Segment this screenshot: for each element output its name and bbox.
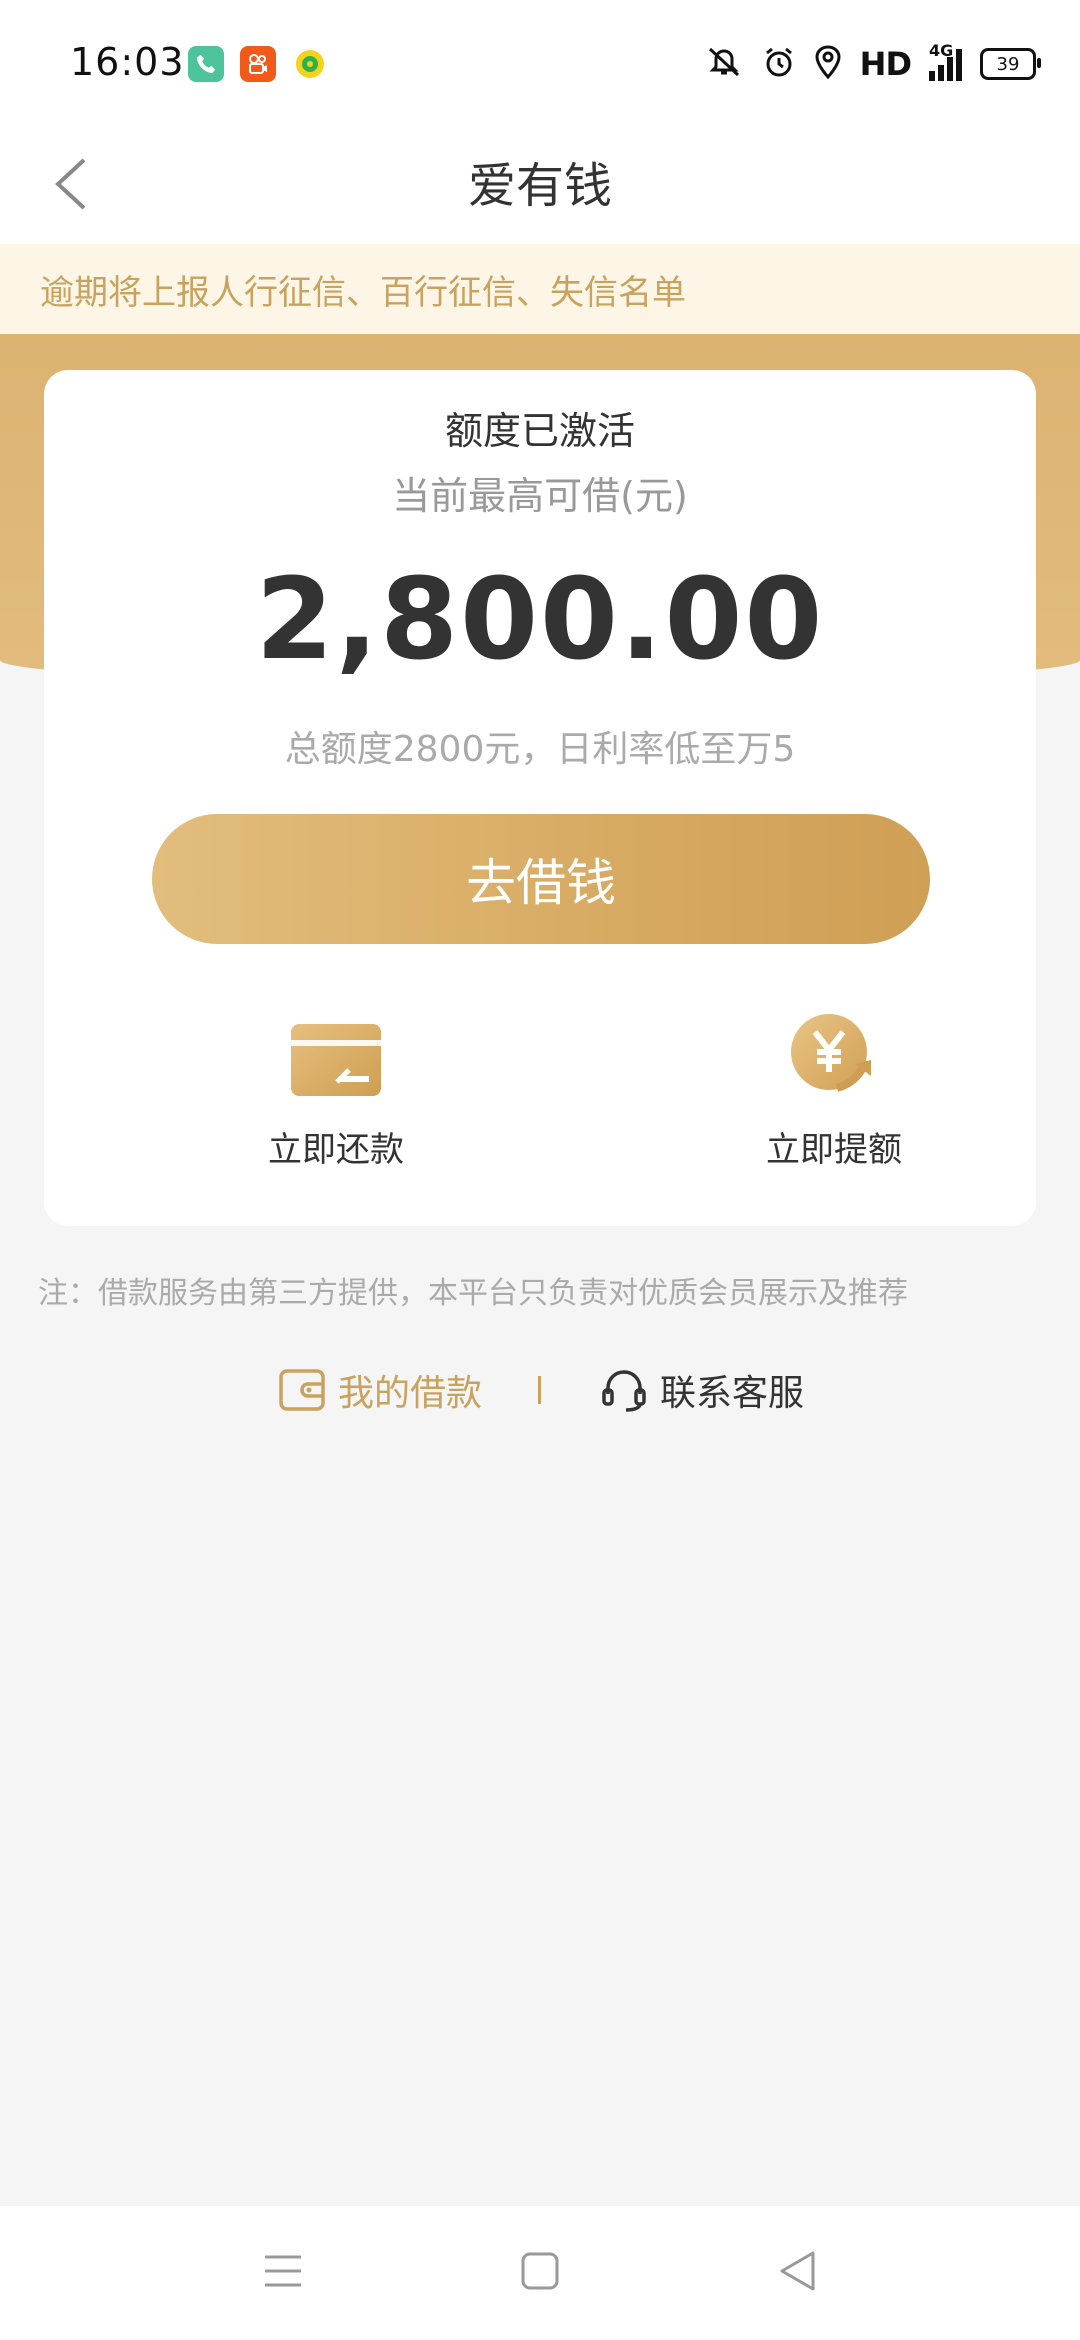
headset-icon — [602, 1370, 646, 1412]
page-title: 爱有钱 — [467, 158, 612, 214]
square-icon — [521, 2252, 559, 2290]
navigation-bar — [0, 2206, 1080, 2340]
disclaimer-note: 注：借款服务由第三方提供，本平台只负责对优质会员展示及推荐 — [38, 1276, 908, 1311]
signal-label: 4G — [929, 41, 954, 60]
network-type: HD — [859, 45, 912, 83]
menu-nav-button[interactable] — [248, 2236, 318, 2306]
status-icons: HD 4G 39 — [704, 40, 1041, 88]
notice-bar: 逾期将上报人行征信、百行征信、失信名单 — [0, 244, 1080, 334]
borrow-button[interactable]: 去借钱 — [152, 814, 930, 944]
repay-now-button[interactable]: 立即还款 — [186, 1010, 486, 1190]
status-time: 16:03 — [70, 40, 185, 84]
header: 爱有钱 — [0, 124, 1080, 244]
customer-service-label: 联系客服 — [660, 1373, 805, 1414]
home-nav-button[interactable] — [505, 2236, 575, 2306]
wallet-icon — [279, 1369, 325, 1411]
battery-level: 39 — [996, 53, 1020, 75]
customer-service-link[interactable]: 联系客服 — [600, 1362, 804, 1418]
increase-limit-label: 立即提额 — [766, 1130, 902, 1170]
my-loans-link[interactable]: 我的借款 — [278, 1362, 482, 1418]
notice-text: 逾期将上报人行征信、百行征信、失信名单 — [40, 272, 686, 313]
video-app-icon — [240, 46, 276, 82]
status-bar: 16:03 HD 4G 39 — [0, 0, 1080, 124]
alarm-icon — [762, 45, 796, 83]
repay-now-label: 立即还款 — [268, 1130, 404, 1170]
link-divider — [538, 1376, 541, 1404]
battery-icon: 39 — [980, 48, 1041, 80]
credit-description: 总额度2800元，日利率低至万5 — [284, 729, 796, 770]
music-app-icon — [292, 46, 328, 82]
credit-card-panel: 额度已激活 当前最高可借(元) 2,800.00 总额度2800元，日利率低至万… — [44, 370, 1036, 1226]
yuan-increase-icon — [791, 1014, 871, 1092]
credit-status: 额度已激活 — [444, 409, 635, 453]
credit-subtitle: 当前最高可借(元) — [392, 474, 688, 518]
menu-icon — [265, 2255, 301, 2287]
signal-icon: 4G — [929, 41, 962, 81]
bottom-links: 我的借款 联系客服 — [0, 1362, 1080, 1418]
phone-icon — [188, 46, 224, 82]
repay-card-icon — [291, 1024, 381, 1096]
location-icon — [814, 45, 842, 83]
increase-limit-button[interactable]: 立即提额 — [684, 1010, 984, 1190]
mute-icon — [704, 45, 744, 83]
back-nav-button[interactable] — [762, 2236, 832, 2306]
triangle-back-icon — [780, 2251, 815, 2291]
my-loans-label: 我的借款 — [338, 1373, 483, 1414]
credit-amount: 2,800.00 — [255, 555, 825, 685]
